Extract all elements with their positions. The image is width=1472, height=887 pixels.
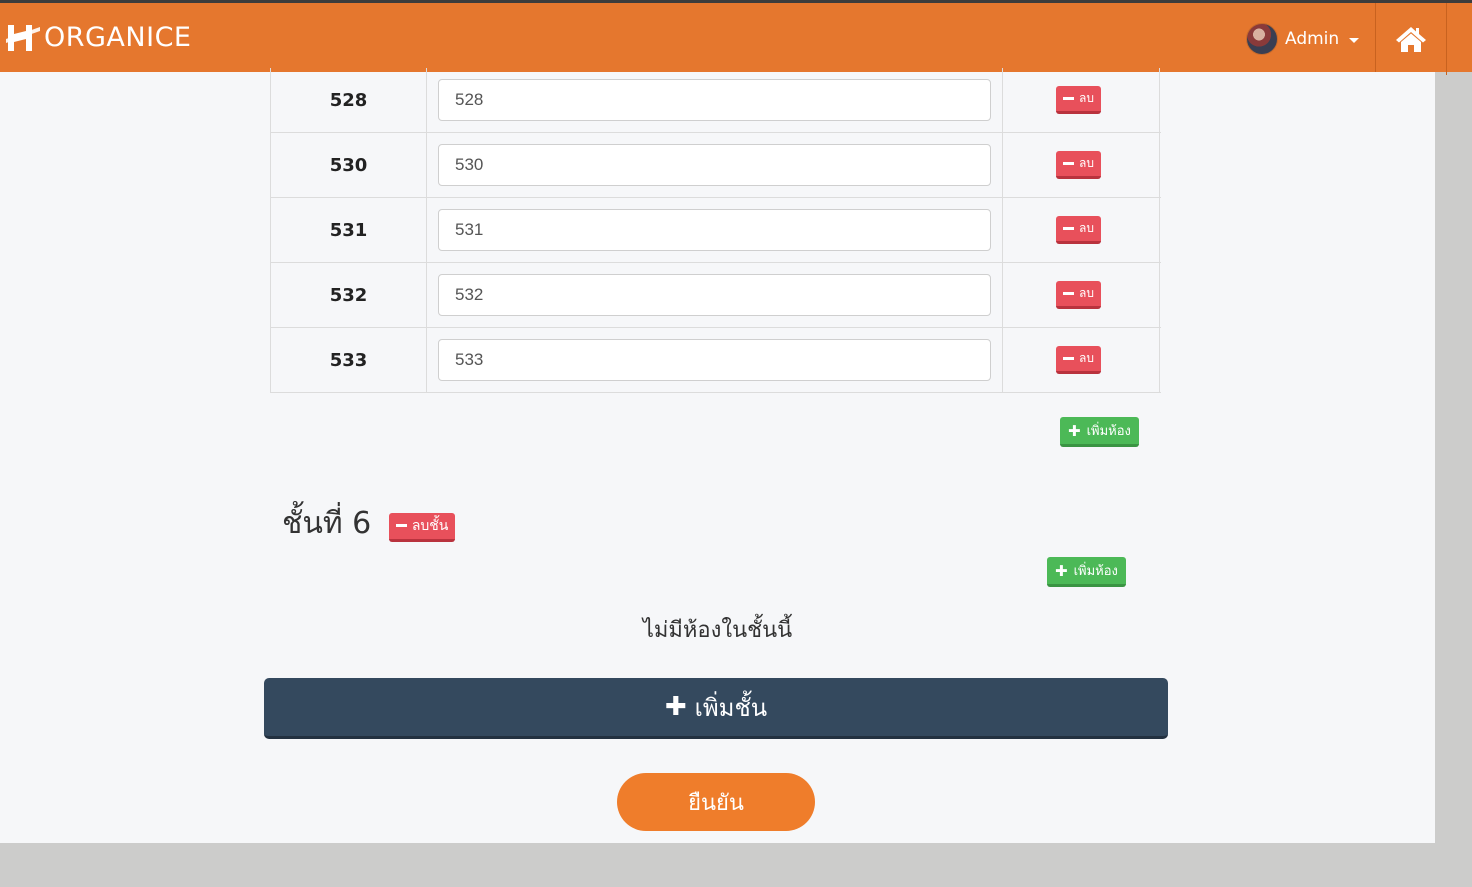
plus-icon: ✚ [664,692,687,722]
room-number: 533 [270,328,427,392]
user-menu[interactable]: Admin [1246,23,1360,55]
room-name-cell [427,68,1003,132]
delete-room-label: ลบ [1079,91,1094,105]
add-floor-button[interactable]: ✚ เพิ่มชั้น [264,678,1168,739]
delete-room-button[interactable]: ลบ [1056,281,1101,309]
action-cell: ลบ [1003,133,1160,197]
minus-icon [1063,227,1074,230]
room-name-input[interactable] [438,144,991,186]
room-name-input[interactable] [438,274,991,316]
user-name: Admin [1285,29,1340,49]
nav-divider [1446,3,1447,75]
brand-logo-icon [6,25,40,51]
avatar [1246,23,1278,55]
add-room-label: เพิ่มห้อง [1086,424,1131,439]
plus-icon: ✚ [1068,421,1081,440]
top-navbar: ORGANICE Admin [0,0,1472,75]
action-cell: ลบ [1003,263,1160,327]
room-name-input[interactable] [438,209,991,251]
page: ORGANICE Admin 528 528 ลบ 530 530 ลบ 531… [0,0,1472,887]
room-number: 531 [270,198,427,262]
delete-floor-label: ลบชั้น [411,517,449,534]
caret-down-icon [1349,38,1360,43]
table-row: 531 ลบ [270,198,1161,263]
table-row: 532 ลบ [270,263,1161,328]
table-row: 528 ลบ [270,68,1161,133]
room-name-input[interactable] [438,79,991,121]
floor-title: ชั้นที่ 6 [282,506,372,541]
add-room-button[interactable]: ✚ เพิ่มห้อง [1047,557,1126,587]
plus-icon: ✚ [1055,561,1068,580]
room-name-input[interactable] [438,339,991,381]
room-number: 528 [270,68,427,132]
main-content: 528 ลบ 530 [0,68,1435,843]
brand-name: ORGANICE [44,21,192,53]
home-button[interactable] [1376,3,1446,75]
delete-room-button[interactable]: ลบ [1056,151,1101,179]
delete-room-label: ลบ [1079,221,1094,235]
action-cell: ลบ [1003,68,1160,132]
delete-floor-button[interactable]: ลบชั้น [388,512,456,542]
room-table: 528 ลบ 530 [270,68,1161,393]
minus-icon [1063,292,1074,295]
delete-room-label: ลบ [1079,286,1094,300]
room-name-cell [427,133,1003,197]
room-name-cell [427,198,1003,262]
action-cell: ลบ [1003,198,1160,262]
brand[interactable]: ORGANICE [4,19,191,55]
add-floor-label: เพิ่มชั้น [694,693,768,722]
minus-icon [395,524,407,527]
room-number: 530 [270,133,427,197]
floor-heading: ชั้นที่ 6 ลบชั้น [282,500,456,547]
confirm-button[interactable]: ยืนยัน [617,773,815,831]
room-name-cell [427,263,1003,327]
minus-icon [1063,357,1074,360]
room-name-cell [427,328,1003,392]
delete-room-label: ลบ [1079,156,1094,170]
delete-room-button[interactable]: ลบ [1056,86,1101,114]
delete-room-button[interactable]: ลบ [1056,346,1101,374]
empty-floor-message: ไม่มีห้องในชั้นนี้ [642,618,793,643]
table-row: 533 ลบ [270,328,1161,393]
add-room-button[interactable]: ✚ เพิ่มห้อง [1060,417,1139,447]
action-cell: ลบ [1003,328,1160,392]
delete-room-button[interactable]: ลบ [1056,216,1101,244]
confirm-label: ยืนยัน [688,790,744,816]
home-icon [1396,27,1426,52]
delete-room-label: ลบ [1079,351,1094,365]
add-room-label: เพิ่มห้อง [1073,564,1118,579]
table-row: 530 ลบ [270,133,1161,198]
room-number: 532 [270,263,427,327]
minus-icon [1063,97,1074,100]
minus-icon [1063,162,1074,165]
